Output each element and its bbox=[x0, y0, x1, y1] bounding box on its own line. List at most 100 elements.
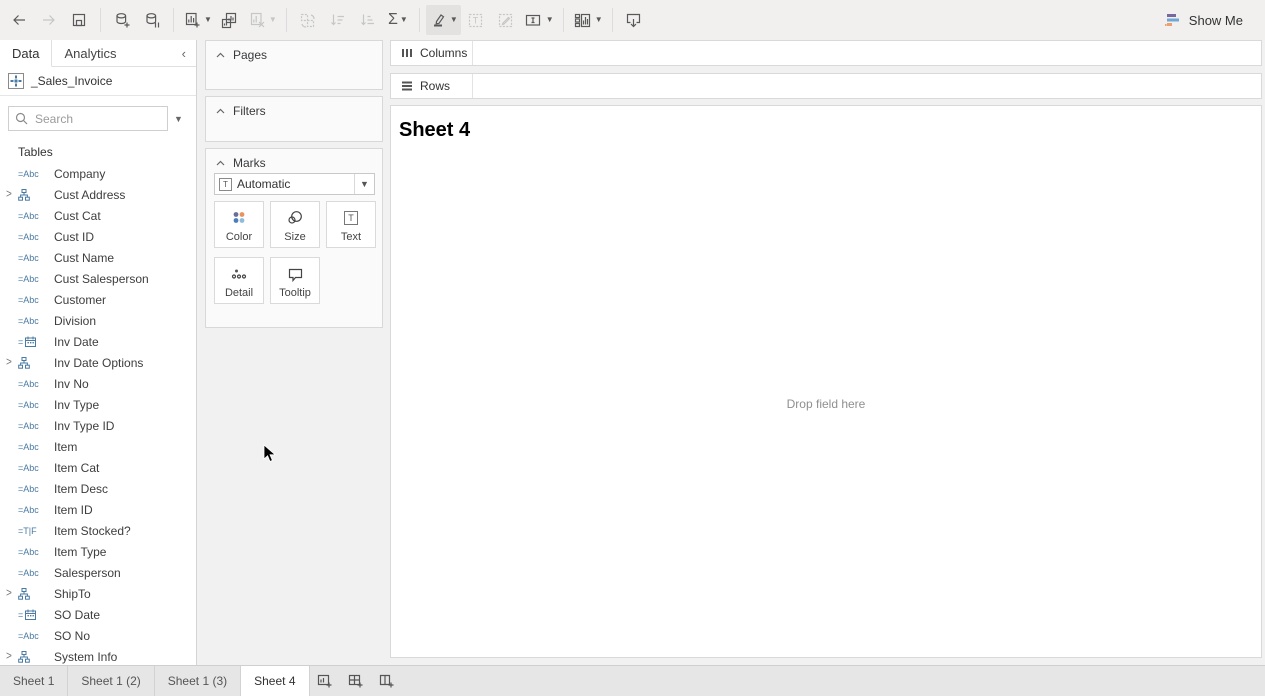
datasource-icon bbox=[8, 73, 24, 89]
collapse-panel-button[interactable]: ‹ bbox=[172, 40, 196, 66]
sheet-tab[interactable]: Sheet 1 (2) bbox=[68, 666, 154, 696]
size-button[interactable]: Size bbox=[270, 201, 320, 248]
new-dashboard-tab-icon bbox=[347, 672, 365, 690]
field-item[interactable]: =AbcCust Salesperson bbox=[0, 268, 196, 289]
rows-shelf[interactable]: Rows bbox=[390, 73, 1262, 99]
search-options-caret-icon[interactable]: ▼ bbox=[172, 112, 185, 126]
expand-chevron-icon[interactable]: > bbox=[6, 650, 18, 663]
text-field-icon: =Abc bbox=[18, 400, 50, 410]
sheet-tab[interactable]: Sheet 1 (3) bbox=[155, 666, 241, 696]
detail-button[interactable]: Detail bbox=[214, 257, 264, 304]
filters-card-title: Filters bbox=[233, 104, 266, 118]
save-button[interactable] bbox=[64, 5, 94, 35]
text-field-icon: =Abc bbox=[18, 169, 50, 179]
text-button[interactable]: T Text bbox=[326, 201, 376, 248]
field-label: Company bbox=[54, 167, 105, 181]
field-item[interactable]: =Abc Item Type bbox=[0, 541, 196, 562]
sort-descending-icon bbox=[358, 11, 377, 30]
field-item[interactable]: >Inv Date Options bbox=[0, 352, 196, 373]
text-field-icon: =Abc bbox=[18, 547, 50, 557]
new-worksheet-button[interactable]: ▼ bbox=[180, 5, 215, 35]
back-button[interactable] bbox=[4, 5, 34, 35]
detail-icon bbox=[231, 265, 247, 283]
rows-icon bbox=[401, 80, 413, 92]
field-item[interactable]: =AbcItem Desc bbox=[0, 478, 196, 499]
field-item[interactable]: =SO Date bbox=[0, 604, 196, 625]
field-item[interactable]: =Abc Item Cat bbox=[0, 457, 196, 478]
new-story-tab-button[interactable] bbox=[372, 666, 403, 696]
expand-chevron-icon[interactable]: > bbox=[6, 356, 18, 369]
field-label: Cust ID bbox=[54, 230, 94, 244]
field-item[interactable]: >System Info bbox=[0, 646, 196, 665]
tab-analytics[interactable]: Analytics bbox=[52, 40, 128, 66]
rows-shelf-drop-area[interactable] bbox=[473, 74, 1261, 98]
field-item[interactable]: =AbcInv Type ID bbox=[0, 415, 196, 436]
sort-descending-button bbox=[353, 5, 383, 35]
field-item[interactable]: =AbcCust ID bbox=[0, 226, 196, 247]
field-item[interactable]: =AbcSO No bbox=[0, 625, 196, 646]
sheet-title: Sheet 4 bbox=[399, 119, 470, 142]
totals-button[interactable]: Σ ▼ bbox=[383, 5, 413, 35]
tooltip-button-label: Tooltip bbox=[279, 287, 311, 299]
field-item[interactable]: =AbcSalesperson bbox=[0, 562, 196, 583]
field-label: Cust Salesperson bbox=[54, 272, 149, 286]
collapse-card-icon[interactable] bbox=[216, 160, 225, 166]
field-item[interactable]: =AbcItem ID bbox=[0, 499, 196, 520]
sheet-tab[interactable]: Sheet 4 bbox=[241, 666, 309, 696]
field-item[interactable]: =Inv Date bbox=[0, 331, 196, 352]
field-item[interactable]: > ShipTo bbox=[0, 583, 196, 604]
field-label: SO No bbox=[54, 629, 90, 643]
hierarchy-field-icon bbox=[18, 357, 50, 369]
bool-field-icon: =T|F bbox=[18, 526, 50, 536]
field-item[interactable]: >Cust Address bbox=[0, 184, 196, 205]
text-field-icon: =Abc bbox=[18, 253, 50, 263]
expand-chevron-icon[interactable]: > bbox=[6, 188, 18, 201]
field-item[interactable]: =Abc Company bbox=[0, 163, 196, 184]
collapse-card-icon[interactable] bbox=[216, 108, 225, 114]
sheet-view[interactable]: Sheet 4 Drop field here bbox=[390, 105, 1262, 658]
save-icon bbox=[70, 11, 88, 29]
field-list: =AbcCompany>Cust Address=AbcCust Cat=Abc… bbox=[0, 163, 196, 665]
fit-button[interactable]: ▼ bbox=[521, 5, 557, 35]
field-label: Item Type bbox=[54, 545, 106, 559]
columns-shelf[interactable]: Columns bbox=[390, 40, 1262, 66]
field-item[interactable]: =AbcCust Name bbox=[0, 247, 196, 268]
presentation-mode-icon bbox=[624, 11, 643, 30]
data-panel: Data Analytics ‹ _Sales_Invoice ▼ bbox=[0, 40, 197, 665]
show-hide-cards-button[interactable]: ▼ bbox=[570, 5, 606, 35]
field-label: Item Cat bbox=[54, 461, 99, 475]
rows-shelf-label: Rows bbox=[391, 74, 473, 98]
text-field-icon: =Abc bbox=[18, 463, 50, 473]
duplicate-sheet-button[interactable] bbox=[215, 5, 245, 35]
field-label: ShipTo bbox=[54, 587, 91, 601]
field-item[interactable]: =AbcCust Cat bbox=[0, 205, 196, 226]
mark-type-dropdown[interactable]: T Automatic ▼ bbox=[214, 173, 375, 195]
new-datasource-button[interactable] bbox=[107, 5, 137, 35]
new-worksheet-tab-button[interactable] bbox=[310, 666, 341, 696]
tab-data[interactable]: Data bbox=[0, 40, 52, 67]
datasource-item[interactable]: _Sales_Invoice bbox=[0, 67, 196, 96]
new-dashboard-tab-button[interactable] bbox=[341, 666, 372, 696]
field-item[interactable]: =Abc Inv Type bbox=[0, 394, 196, 415]
columns-shelf-drop-area[interactable] bbox=[473, 41, 1261, 65]
color-button[interactable]: Color bbox=[214, 201, 264, 248]
field-item[interactable]: =AbcItem bbox=[0, 436, 196, 457]
sigma-icon: Σ bbox=[388, 12, 398, 28]
sheet-tab[interactable]: Sheet 1 bbox=[0, 666, 68, 696]
text-button-label: Text bbox=[341, 231, 361, 243]
presentation-mode-button[interactable] bbox=[619, 5, 649, 35]
field-label: Inv Type bbox=[54, 398, 99, 412]
field-item[interactable]: =AbcInv No bbox=[0, 373, 196, 394]
toolbar-separator bbox=[419, 8, 420, 32]
pause-updates-button[interactable] bbox=[137, 5, 167, 35]
field-item[interactable]: =AbcDivision bbox=[0, 310, 196, 331]
highlight-button[interactable]: ▼ bbox=[426, 5, 461, 35]
expand-chevron-icon[interactable]: > bbox=[6, 587, 18, 600]
search-input[interactable] bbox=[8, 106, 168, 131]
field-item[interactable]: =T|FItem Stocked? bbox=[0, 520, 196, 541]
collapse-card-icon[interactable] bbox=[216, 52, 225, 58]
show-me-button[interactable]: Show Me bbox=[1165, 13, 1243, 28]
field-item[interactable]: =AbcCustomer bbox=[0, 289, 196, 310]
pages-card: Pages bbox=[205, 40, 383, 90]
tooltip-button[interactable]: Tooltip bbox=[270, 257, 320, 304]
